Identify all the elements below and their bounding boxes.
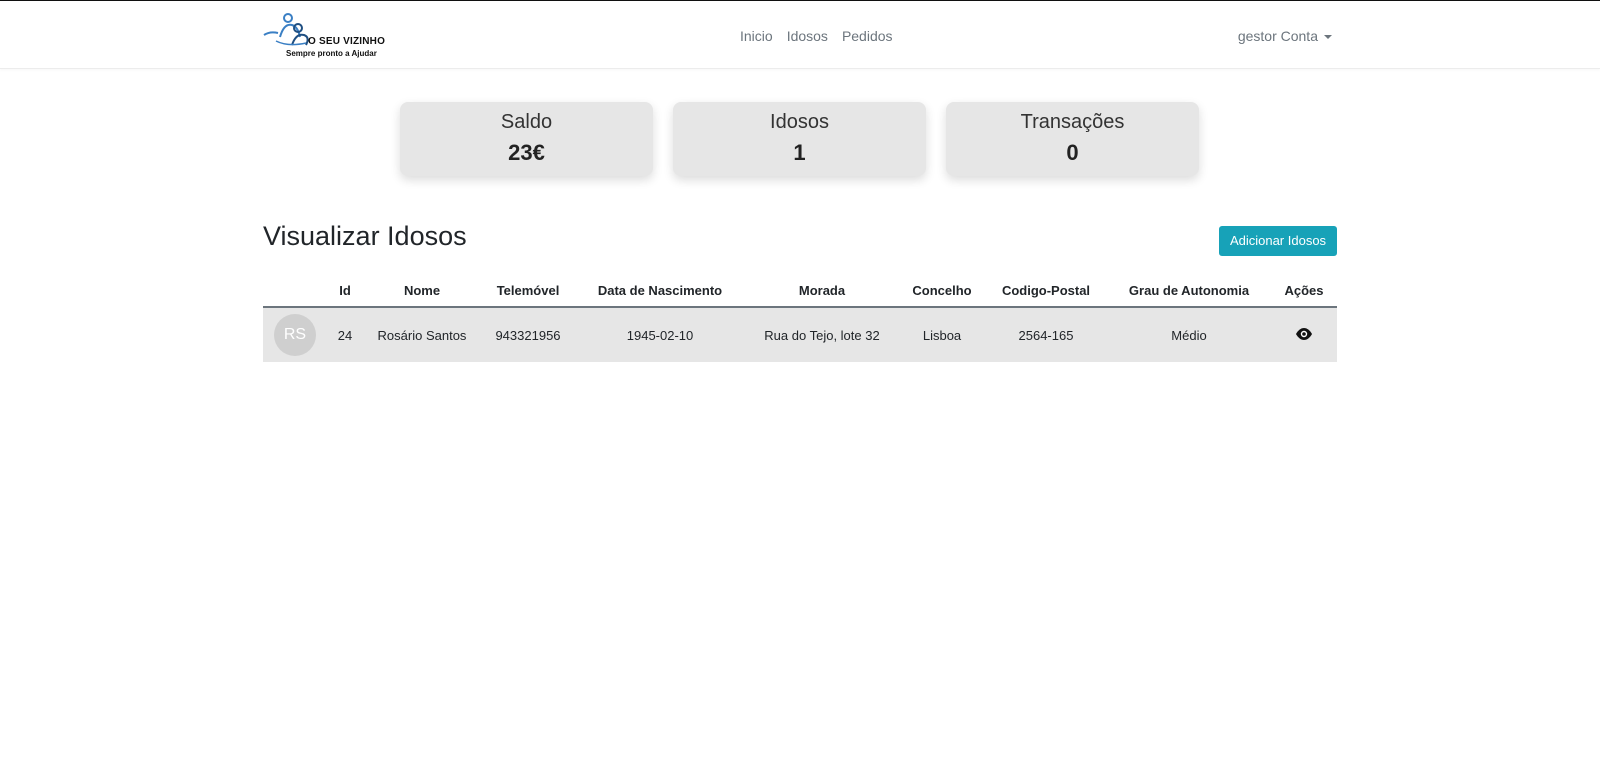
column-header-codigo-postal: Codigo-Postal — [985, 274, 1107, 308]
table-row[interactable]: RS 24 Rosário Santos 943321956 1945-02-1… — [263, 307, 1337, 362]
nav-link-inicio[interactable]: Inicio — [740, 28, 773, 44]
column-header-acoes: Ações — [1271, 274, 1337, 308]
caret-down-icon — [1324, 34, 1332, 39]
brand-tagline: Sempre pronto a Ajudar — [286, 49, 377, 58]
cell-codigo-postal: 2564-165 — [1018, 327, 1074, 343]
nav-link-idosos[interactable]: Idosos — [787, 28, 828, 44]
cell-telemovel: 943321956 — [495, 327, 561, 343]
brand-name: O SEU VIZINHO — [308, 36, 386, 47]
cell-nome: Rosário Santos — [377, 327, 467, 343]
stat-card-idosos: Idosos 1 — [673, 102, 926, 176]
avatar: RS — [274, 314, 316, 356]
nav-link-pedidos[interactable]: Pedidos — [842, 28, 893, 44]
stat-label: Transações — [1020, 111, 1125, 133]
table-header-row: Id Nome Telemóvel Data de Nascimento Mor… — [263, 274, 1337, 308]
column-header-grau-autonomia: Grau de Autonomia — [1107, 274, 1271, 308]
user-account-dropdown[interactable]: gestor Conta — [1238, 28, 1332, 44]
column-header-avatar — [263, 274, 327, 308]
stat-value: 1 — [793, 140, 806, 165]
stat-value: 23€ — [508, 140, 545, 165]
column-header-data-nascimento: Data de Nascimento — [575, 274, 745, 308]
column-header-concelho: Concelho — [899, 274, 985, 308]
main-nav: Inicio Idosos Pedidos — [740, 28, 893, 44]
cell-grau-autonomia: Médio — [1171, 327, 1207, 343]
cell-concelho: Lisboa — [922, 327, 962, 343]
stat-card-transacoes: Transações 0 — [946, 102, 1199, 176]
cell-data-nascimento: 1945-02-10 — [626, 327, 694, 343]
column-header-telemovel: Telemóvel — [481, 274, 575, 308]
stat-value: 0 — [1066, 140, 1079, 165]
add-idosos-button[interactable]: Adicionar Idosos — [1219, 226, 1337, 256]
avatar-cell: RS — [263, 307, 327, 362]
stat-label: Idosos — [770, 111, 829, 133]
column-header-nome: Nome — [363, 274, 481, 308]
user-menu-label: gestor Conta — [1237, 28, 1318, 44]
stat-label: Saldo — [500, 111, 553, 133]
eye-icon — [1296, 327, 1312, 340]
navbar: O SEU VIZINHO Sempre pronto a Ajudar Ini… — [0, 1, 1600, 69]
page-title: Visualizar Idosos — [263, 221, 467, 251]
cell-acoes — [1271, 307, 1337, 362]
column-header-morada: Morada — [745, 274, 899, 308]
idosos-table: Id Nome Telemóvel Data de Nascimento Mor… — [263, 274, 1337, 362]
stats-row: Saldo 23€ Idosos 1 Transações 0 — [400, 102, 1199, 176]
column-header-id: Id — [327, 274, 363, 308]
cell-id: 24 — [337, 327, 353, 343]
stat-card-saldo: Saldo 23€ — [400, 102, 653, 176]
brand-logo[interactable]: O SEU VIZINHO Sempre pronto a Ajudar — [262, 11, 385, 61]
cell-morada: Rua do Tejo, lote 32 — [764, 327, 880, 343]
view-idoso-button[interactable] — [1295, 327, 1313, 344]
